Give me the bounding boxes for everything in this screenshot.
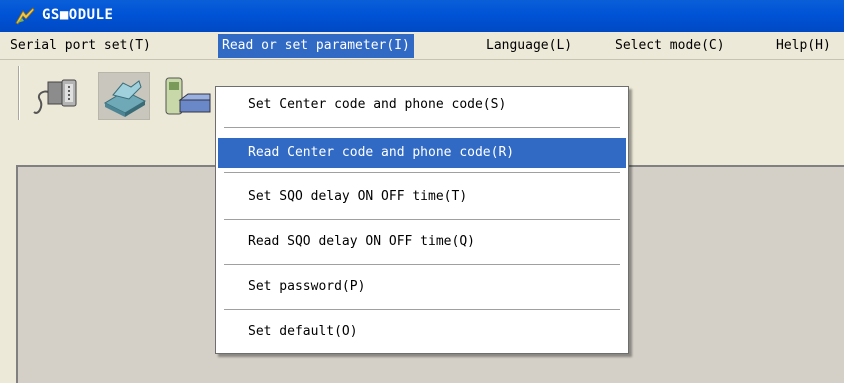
hand-card-button[interactable] — [98, 72, 150, 120]
menu-separator — [224, 309, 620, 310]
menu-read-or-set-parameter[interactable]: Read or set parameter(I) — [218, 34, 414, 58]
menu-separator — [224, 172, 620, 173]
toolbar-separator — [18, 66, 20, 120]
menu-separator — [224, 127, 620, 128]
menu-item-read-center-code[interactable]: Read Center code and phone code(R) — [218, 138, 626, 168]
phone-module-button[interactable] — [160, 72, 212, 120]
menu-serial-port-set[interactable]: Serial port set(T) — [6, 37, 155, 57]
menu-separator — [224, 264, 620, 265]
menu-item-read-sqo-delay[interactable]: Read SQO delay ON OFF time(Q) — [218, 227, 626, 257]
menu-help[interactable]: Help(H) — [772, 37, 835, 57]
window-title: GS■ODULE — [42, 7, 114, 23]
menu-bar: Serial port set(T) Read or set parameter… — [0, 32, 844, 60]
serial-port-button[interactable] — [30, 72, 82, 120]
app-icon — [14, 7, 36, 25]
menu-item-set-center-code[interactable]: Set Center code and phone code(S) — [218, 90, 626, 120]
phone-module-icon — [160, 77, 212, 124]
menu-language[interactable]: Language(L) — [482, 37, 576, 57]
menu-item-set-sqo-delay[interactable]: Set SQO delay ON OFF time(T) — [218, 182, 626, 212]
hand-card-icon — [99, 80, 151, 125]
menu-separator — [224, 219, 620, 220]
parameter-dropdown-menu: Set Center code and phone code(S) Read C… — [215, 86, 629, 354]
menu-item-set-password[interactable]: Set password(P) — [218, 272, 626, 302]
menu-item-set-default[interactable]: Set default(O) — [218, 317, 626, 347]
title-bar: GS■ODULE — [0, 0, 844, 32]
serial-port-icon — [30, 79, 82, 124]
menu-select-mode[interactable]: Select mode(C) — [611, 37, 729, 57]
